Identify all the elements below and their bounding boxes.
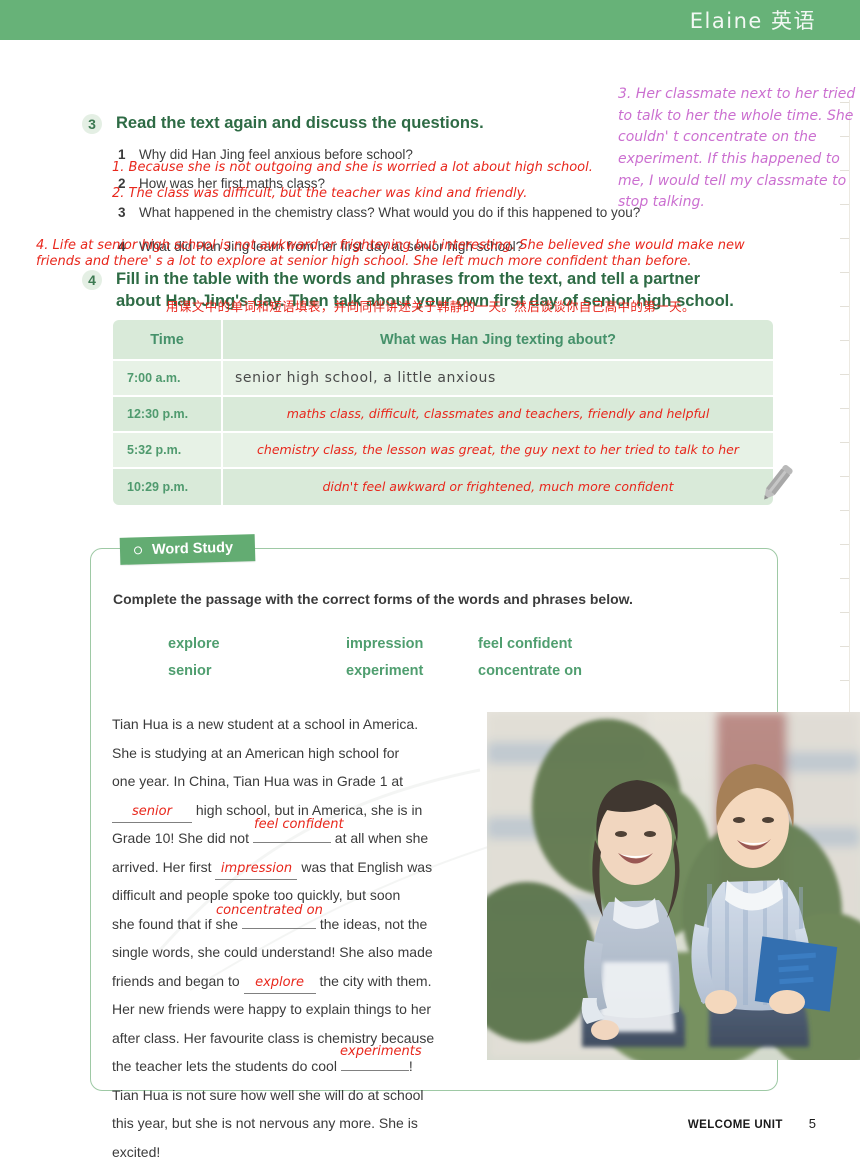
page-sheet: 3 Read the text again and discuss the qu… xyxy=(0,40,860,1112)
pencil-icon xyxy=(756,458,796,506)
table-row: 5:32 p.m. chemistry class, the lesson wa… xyxy=(113,433,773,469)
table-header-time: Time xyxy=(113,320,223,361)
exercise-4-number: 4 xyxy=(82,270,102,290)
watermark-title: Elaine 英语 xyxy=(690,5,860,35)
passage-line: after class. Her favourite class is chem… xyxy=(112,1024,472,1053)
footer-unit-label: WELCOME UNIT xyxy=(688,1119,783,1131)
page-footer: WELCOME UNIT 5 xyxy=(0,1116,860,1131)
table-answer-text: chemistry class, the lesson was great, t… xyxy=(257,442,739,457)
exclamation-mark: ! xyxy=(409,1058,413,1074)
passage-line: Grade 10! She did not xyxy=(112,830,249,846)
table-row: 7:00 a.m. senior high school, a little a… xyxy=(113,361,773,397)
passage-line: one year. In China, Tian Hua was in Grad… xyxy=(112,767,472,796)
blank-4[interactable] xyxy=(242,928,316,929)
han-jing-texting-table: Time What was Han Jing texting about? 7:… xyxy=(113,320,773,505)
passage-line: she found that if she xyxy=(112,916,238,932)
word-bank-item[interactable]: feel confident xyxy=(478,636,648,652)
exercise-4-title-line1: Fill in the table with the words and phr… xyxy=(116,268,734,290)
passage-line: friends and began to xyxy=(112,973,240,989)
passage-line: Tian Hua is a new student at a school in… xyxy=(112,710,472,739)
passage-line: the city with them. xyxy=(319,973,431,989)
word-bank-item[interactable]: experiment xyxy=(346,663,478,679)
top-banner: Elaine 英语 xyxy=(0,0,860,40)
handwritten-answer-4-line1: 4. Life at senior high school is not awk… xyxy=(36,237,745,255)
exercise-3-heading: 3 Read the text again and discuss the qu… xyxy=(82,112,484,134)
handwritten-answer-3-purple: 3. Her classmate next to her tried to ta… xyxy=(618,84,858,214)
blank-2[interactable] xyxy=(253,842,331,843)
passage-line: excited! xyxy=(112,1138,472,1166)
passage-line: high school, but in America, she is in xyxy=(196,802,422,818)
table-cell-answer[interactable]: chemistry class, the lesson was great, t… xyxy=(223,433,773,469)
passage-line: arrived. Her first xyxy=(112,859,212,875)
table-row: 12:30 p.m. maths class, difficult, class… xyxy=(113,397,773,433)
table-header-row: Time What was Han Jing texting about? xyxy=(113,320,773,361)
students-photo-illustration xyxy=(487,712,860,1060)
question-number: 3 xyxy=(118,205,127,220)
handwritten-answer-2: 2. The class was difficult, but the teac… xyxy=(112,185,527,203)
word-study-tab: Word Study xyxy=(120,534,256,565)
blank-3[interactable]: impression xyxy=(215,859,297,880)
passage-line: single words, she could understand! She … xyxy=(112,938,472,967)
word-bank-item[interactable]: impression xyxy=(346,636,478,652)
table-cell-time: 5:32 p.m. xyxy=(113,433,223,469)
table-cell-time: 10:29 p.m. xyxy=(113,469,223,505)
table-cell-answer[interactable]: maths class, difficult, classmates and t… xyxy=(223,397,773,433)
exercise-3-title: Read the text again and discuss the ques… xyxy=(116,112,484,134)
table-row: 10:29 p.m. didn't feel awkward or fright… xyxy=(113,469,773,505)
blank-6[interactable] xyxy=(341,1070,409,1071)
table-cell-answer[interactable]: didn't feel awkward or frightened, much … xyxy=(223,469,773,505)
exercise-3-number: 3 xyxy=(82,114,102,134)
passage-line: Tian Hua is not sure how well she will d… xyxy=(112,1081,472,1110)
passage-line: difficult and people spoke too quickly, … xyxy=(112,881,472,910)
table-cell-time: 12:30 p.m. xyxy=(113,397,223,433)
passage-line: was that English was xyxy=(301,859,432,875)
students-photo xyxy=(487,712,860,1060)
table-answer-text: didn't feel awkward or frightened, much … xyxy=(322,479,673,494)
handwritten-answer-1: 1. Because she is not outgoing and she i… xyxy=(112,159,593,177)
circle-bullet-icon xyxy=(134,546,142,554)
table-answer-text: maths class, difficult, classmates and t… xyxy=(287,406,710,421)
word-study-instruction: Complete the passage with the correct fo… xyxy=(113,591,633,607)
table-cell-answer[interactable]: senior high school, a little anxious xyxy=(223,361,773,397)
word-study-tab-label: Word Study xyxy=(152,540,234,558)
table-header-what: What was Han Jing texting about? xyxy=(223,320,773,361)
passage-line: the teacher lets the students do cool xyxy=(112,1058,337,1074)
passage-line: at all when she xyxy=(335,830,428,846)
passage-line: Her new friends were happy to explain th… xyxy=(112,995,472,1024)
table-cell-time: 7:00 a.m. xyxy=(113,361,223,397)
cloze-passage: Tian Hua is a new student at a school in… xyxy=(112,710,472,1166)
blank-5[interactable]: explore xyxy=(244,973,316,994)
question-item: 3 What happened in the chemistry class? … xyxy=(118,204,678,222)
word-bank-item[interactable]: explore xyxy=(168,636,346,652)
word-bank-item[interactable]: concentrate on xyxy=(478,663,648,679)
passage-line: the ideas, not the xyxy=(320,916,427,932)
word-bank-item[interactable]: senior xyxy=(168,663,346,679)
passage-line: She is studying at an American high scho… xyxy=(112,739,472,768)
table-answer-text: senior high school, a little anxious xyxy=(235,370,496,386)
question-text: What happened in the chemistry class? Wh… xyxy=(139,204,640,222)
footer-page-number: 5 xyxy=(809,1116,816,1131)
word-bank: explore impression feel confident senior… xyxy=(168,636,648,679)
blank-1[interactable]: senior xyxy=(112,802,192,823)
chinese-translation-note: 用课文中的单词和短语填表，并向同伴讲述关于韩静的一天。然后谈谈你自己高中的第一天… xyxy=(166,296,695,315)
